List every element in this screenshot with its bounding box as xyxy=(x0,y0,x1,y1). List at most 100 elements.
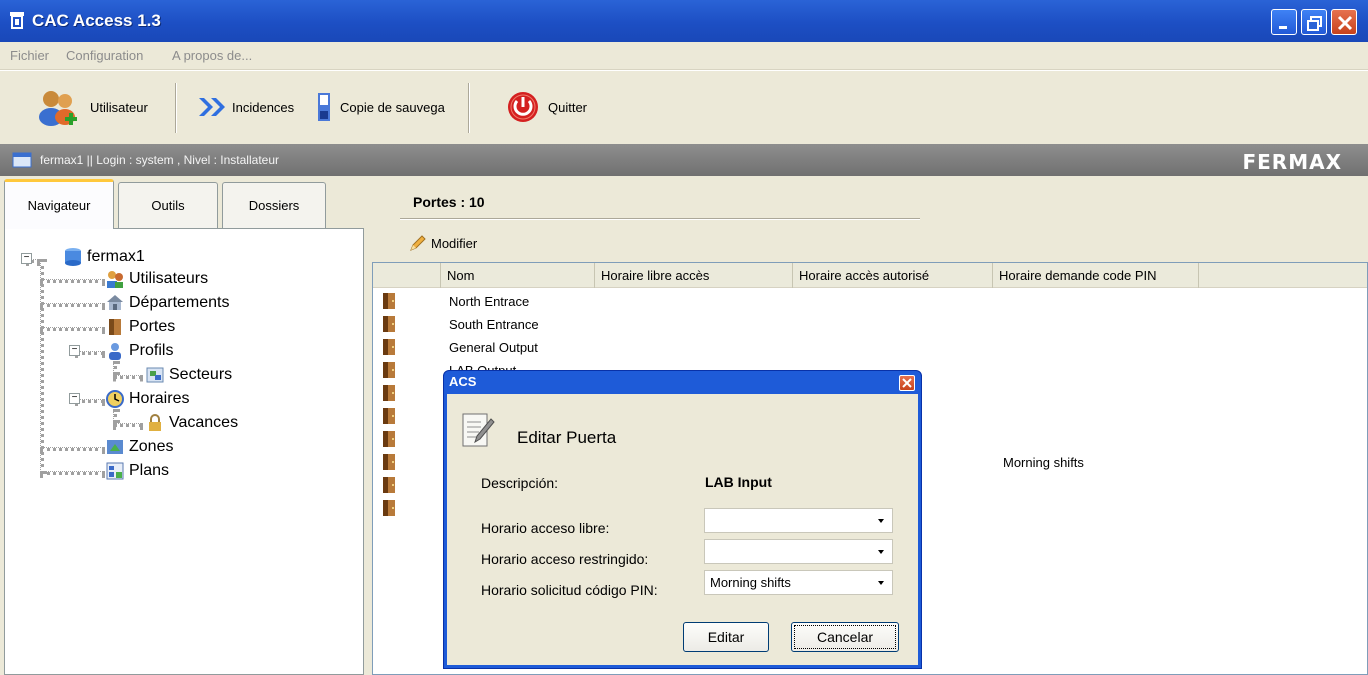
table-row[interactable]: North Entrace xyxy=(373,290,1367,313)
door-icon xyxy=(381,361,397,379)
column-header-libre[interactable]: Horaire libre accès xyxy=(595,263,793,288)
pin-label: Horario solicitud código PIN: xyxy=(481,582,658,598)
column-header-autorise[interactable]: Horaire accès autorisé xyxy=(793,263,993,288)
door-icon xyxy=(381,407,397,425)
column-header-icon xyxy=(373,263,441,288)
door-icon xyxy=(381,292,397,310)
tree-item-vacances[interactable]: Vacances xyxy=(145,413,238,433)
tree-item-horaires[interactable]: Horaires xyxy=(105,389,189,409)
tree-label-portes: Portes xyxy=(129,318,176,335)
tree-item-profils[interactable]: Profils xyxy=(105,341,173,361)
door-icon xyxy=(381,384,397,402)
tree-label-vacances: Vacances xyxy=(169,414,239,431)
table-row[interactable]: General Output xyxy=(373,336,1367,359)
double-arrow-icon xyxy=(199,98,225,116)
tree-connector xyxy=(40,279,105,283)
menu-a-propos[interactable]: A propos de... xyxy=(172,48,252,63)
toolbar-separator xyxy=(468,83,470,133)
title-divider xyxy=(400,218,920,220)
pin-select-value: Morning shifts xyxy=(710,575,791,590)
menu-configuration[interactable]: Configuration xyxy=(66,48,143,63)
toolbar: Utilisateur Incidences Copie de sauvega … xyxy=(0,70,1368,144)
door-icon xyxy=(381,430,397,448)
chevron-down-icon xyxy=(870,509,892,532)
tree-connector xyxy=(113,423,143,427)
tab-dossiers[interactable]: Dossiers xyxy=(222,182,326,228)
column-header-nom[interactable]: Nom xyxy=(441,263,595,288)
tree-item-portes[interactable]: Portes xyxy=(105,317,175,337)
incidences-label: Incidences xyxy=(232,99,295,115)
menu-fichier[interactable]: Fichier xyxy=(10,48,49,63)
row-name: North Entrace xyxy=(449,294,530,309)
tree-label-secteurs: Secteurs xyxy=(169,366,233,383)
tree-item-root[interactable]: fermax1 xyxy=(63,247,145,267)
restore-button[interactable] xyxy=(1301,9,1327,35)
tab-navigateur[interactable]: Navigateur xyxy=(4,179,114,229)
info-bar: fermax1 || Login : system , Nivel : Inst… xyxy=(0,144,1368,176)
tree-label-zones: Zones xyxy=(129,438,174,455)
chevron-down-icon xyxy=(870,571,892,594)
incidences-button[interactable]: Incidences xyxy=(196,87,294,127)
dialog-heading: Editar Puerta xyxy=(517,428,617,447)
collapse-toggle[interactable]: − xyxy=(69,393,80,404)
brand-logo: FERMAX xyxy=(1242,150,1342,174)
tree-label-root: fermax1 xyxy=(87,248,145,265)
tree-item-secteurs[interactable]: Secteurs xyxy=(145,365,232,385)
collapse-toggle[interactable]: − xyxy=(69,345,80,356)
cancelar-button[interactable]: Cancelar xyxy=(791,622,899,652)
utilisateur-button[interactable]: Utilisateur xyxy=(38,87,148,127)
door-icon xyxy=(109,319,121,335)
libre-label: Horario acceso libre: xyxy=(481,520,610,536)
quitter-button[interactable]: Quitter xyxy=(506,87,587,127)
pin-select[interactable]: Morning shifts xyxy=(704,570,893,595)
libre-select[interactable] xyxy=(704,508,893,533)
tree-label-horaires: Horaires xyxy=(129,390,190,407)
close-button[interactable] xyxy=(1331,9,1357,35)
modifier-button[interactable]: Modifier xyxy=(408,233,477,253)
tree-item-utilisateurs[interactable]: Utilisateurs xyxy=(105,269,208,289)
building-icon xyxy=(107,295,123,310)
table-row[interactable]: South Entrance xyxy=(373,313,1367,336)
description-label: Descripción: xyxy=(481,475,559,491)
tree-label-departements: Départements xyxy=(129,294,230,311)
tree-connector xyxy=(113,361,117,375)
collapse-toggle[interactable]: − xyxy=(21,253,32,264)
tree-connector xyxy=(40,447,105,451)
row-name: South Entrance xyxy=(449,317,539,332)
door-icon xyxy=(381,315,397,333)
quitter-label: Quitter xyxy=(548,99,588,115)
minimize-icon xyxy=(1279,26,1287,29)
tree-item-departements[interactable]: Départements xyxy=(105,293,230,313)
editar-button[interactable]: Editar xyxy=(683,622,769,652)
window-title: CAC Access 1.3 xyxy=(32,11,161,30)
table-header: Nom Horaire libre accès Horaire accès au… xyxy=(373,263,1367,288)
tree-connector xyxy=(113,375,143,379)
tree-label-plans: Plans xyxy=(129,462,170,479)
portes-title: Portes : 10 xyxy=(413,194,485,210)
tab-outils[interactable]: Outils xyxy=(118,182,218,228)
copie-sauvegarde-button[interactable]: Copie de sauvega xyxy=(316,87,445,127)
clock-icon xyxy=(106,390,124,408)
tree-connector xyxy=(40,303,105,307)
restringido-label: Horario acceso restringido: xyxy=(481,551,649,567)
toolbar-separator xyxy=(175,83,177,133)
plan-icon xyxy=(106,462,124,480)
utilisateur-label: Utilisateur xyxy=(90,99,148,115)
navigator-tree: − − − fermax1 Utilisateurs Départements … xyxy=(4,228,364,675)
add-user-icon xyxy=(39,91,77,126)
close-icon xyxy=(1337,15,1353,31)
door-icon xyxy=(381,338,397,356)
row-name: General Output xyxy=(449,340,538,355)
tree-item-plans[interactable]: Plans xyxy=(105,461,169,481)
door-icon xyxy=(381,499,397,517)
lock-icon xyxy=(149,414,161,431)
column-header-pin[interactable]: Horaire demande code PIN xyxy=(993,263,1199,288)
dialog-close-button[interactable] xyxy=(899,375,915,391)
chevron-down-icon xyxy=(870,540,892,563)
database-icon xyxy=(65,248,81,266)
pencil-icon xyxy=(410,235,426,251)
tree-item-zones[interactable]: Zones xyxy=(105,437,173,457)
tree-connector xyxy=(40,327,105,331)
restringido-select[interactable] xyxy=(704,539,893,564)
minimize-button[interactable] xyxy=(1271,9,1297,35)
